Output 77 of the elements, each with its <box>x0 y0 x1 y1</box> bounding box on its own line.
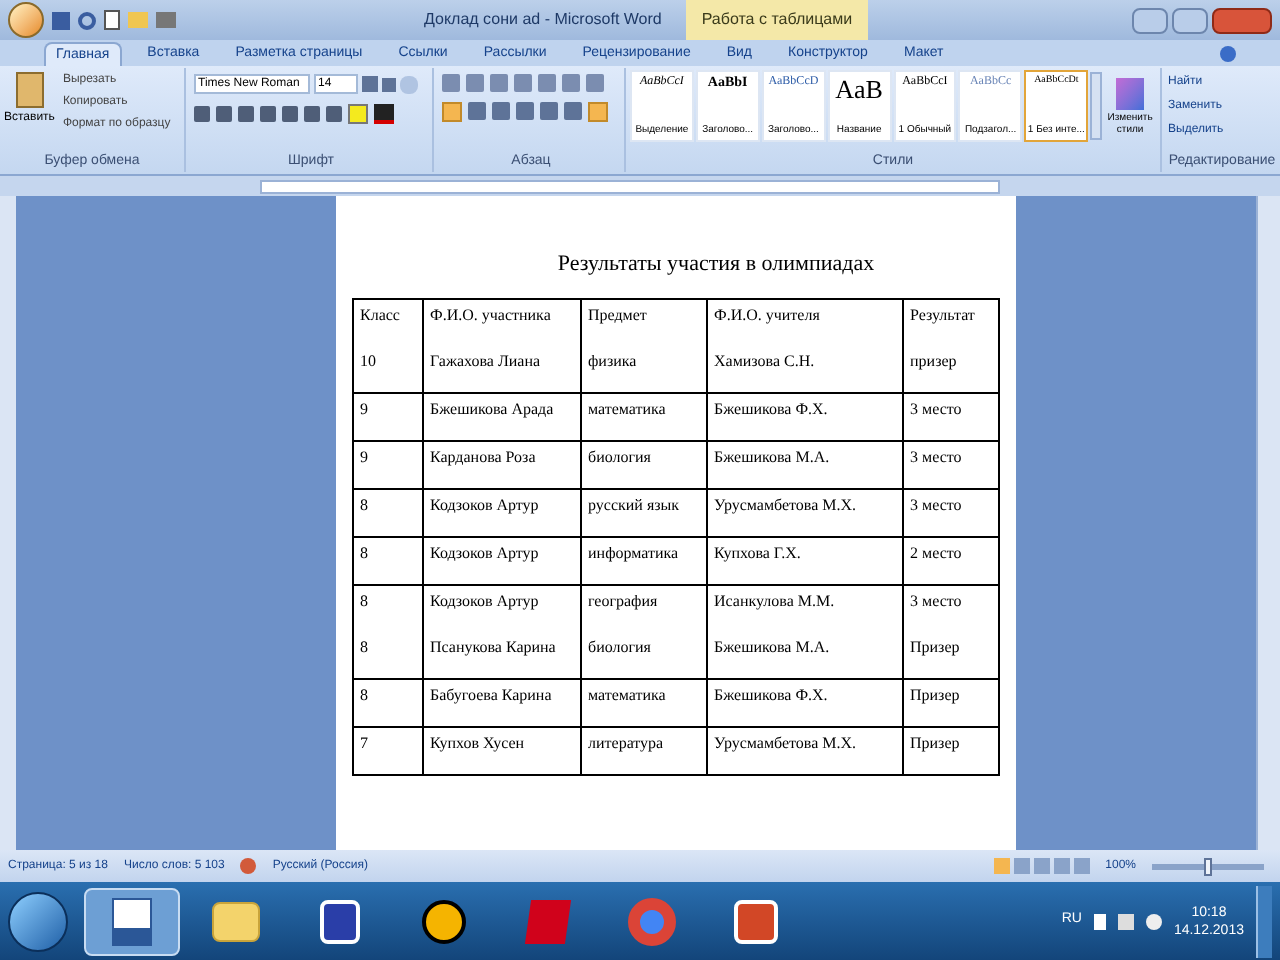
table-cell-text: биология <box>588 637 653 657</box>
table-cell-text: Бжешикова Ф.Х. <box>714 399 830 419</box>
table-cell-text: Призер <box>910 685 962 705</box>
table-cell-text: Урусмамбетова М.Х. <box>714 495 859 515</box>
show-desktop-button[interactable] <box>1256 885 1272 957</box>
table-cell-text: математика <box>588 685 668 705</box>
save-icon[interactable] <box>52 11 70 29</box>
table-cell-text: 3 место <box>910 591 964 611</box>
table-cell-text: 9 <box>360 447 370 467</box>
table-cell-text: русский язык <box>588 495 682 515</box>
table-cell-text: 3 место <box>910 399 964 419</box>
context-tab-title: Работа с таблицами <box>685 0 869 40</box>
table-cell-text: Кодзоков Артур <box>430 591 541 611</box>
table-cell-text: Бжешикова Арада <box>430 399 556 419</box>
proofing-icon[interactable] <box>240 858 257 874</box>
table-cell-text: 8 <box>360 685 370 705</box>
table-cell-text: Призер <box>910 637 962 657</box>
table-cell-text: призер <box>910 351 959 371</box>
table-cell-text: Урусмамбетова М.Х. <box>714 733 859 753</box>
table-cell-text: информатика <box>588 543 681 563</box>
table-cell-text: Гажахова Лиана <box>430 351 543 371</box>
document-heading: Результаты участия в олимпиадах <box>555 250 877 280</box>
office-button[interactable] <box>8 2 44 38</box>
new-document-icon[interactable] <box>104 10 120 30</box>
table-cell-text: Кодзоков Артур <box>430 543 541 563</box>
table-cell-text: Исанкулова М.М. <box>714 591 837 611</box>
minimize-button[interactable] <box>1132 7 1168 33</box>
table-cell-text: 8 <box>360 495 370 515</box>
table-cell-text: математика <box>588 399 668 419</box>
window-title: Доклад сони ad - Microsoft Word <box>424 8 662 32</box>
vertical-scrollbar[interactable] <box>1256 196 1280 850</box>
table-cell-text: Бжешикова М.А. <box>714 447 832 467</box>
table-cell-text: физика <box>588 351 639 371</box>
zoom-slider-thumb[interactable] <box>1204 857 1212 875</box>
table-cell-text: Хамизова С.Н. <box>714 351 817 371</box>
printer-icon[interactable] <box>156 12 176 28</box>
table-cell-text: 8 <box>360 637 370 657</box>
table-cell-text: Псанукова Карина <box>430 637 558 657</box>
taskbar-app-button[interactable] <box>84 887 180 955</box>
table-cell-text: 3 место <box>910 495 964 515</box>
folder-icon <box>212 901 260 941</box>
presentation-icon <box>734 899 778 943</box>
table-cell-text: Ф.И.О. участника <box>430 305 553 325</box>
close-button[interactable] <box>1212 7 1272 33</box>
table-cell-text: литература <box>588 733 666 753</box>
table-cell-text: биология <box>588 447 653 467</box>
table-cell-text: 7 <box>360 733 370 753</box>
table-cell-text: Бжешикова Ф.Х. <box>714 685 830 705</box>
table-cell-text: Класс <box>360 305 402 325</box>
table-cell-text: Купхова Г.Х. <box>714 543 803 563</box>
table-cell-text: 8 <box>360 591 370 611</box>
folder-icon[interactable] <box>128 12 148 28</box>
table-cell-text: 2 место <box>910 543 964 563</box>
font-color-icon[interactable] <box>374 104 394 124</box>
table-cell-text: 8 <box>360 543 370 563</box>
scroll-arrows-icon[interactable] <box>1090 72 1103 140</box>
table-cell-text: 10 <box>360 351 378 371</box>
shrink-font-icon[interactable] <box>382 77 396 91</box>
restore-button[interactable] <box>1172 7 1208 33</box>
browser-icon <box>628 897 676 945</box>
table-cell-text: Бабугоева Карина <box>430 685 554 705</box>
table-cell-text: Результат <box>910 305 977 325</box>
table-cell-text: 3 место <box>910 447 964 467</box>
document-icon <box>112 897 152 945</box>
align-left-icon[interactable] <box>442 102 462 122</box>
table-cell-text: Бжешикова М.А. <box>714 637 832 657</box>
table-cell-text: Ф.И.О. учителя <box>714 305 822 325</box>
table-cell-text: география <box>588 591 660 611</box>
table-cell-text: 9 <box>360 399 370 419</box>
help-icon[interactable] <box>1220 46 1236 62</box>
highlight-icon[interactable] <box>348 104 368 124</box>
start-button[interactable] <box>8 891 68 951</box>
table-cell-text: Купхов Хусен <box>430 733 527 753</box>
table-cell-text: Карданова Роза <box>430 447 538 467</box>
table-cell-text: Предмет <box>588 305 649 325</box>
table-cell-text: Призер <box>910 733 962 753</box>
table-cell-text: Кодзоков Артур <box>430 495 541 515</box>
